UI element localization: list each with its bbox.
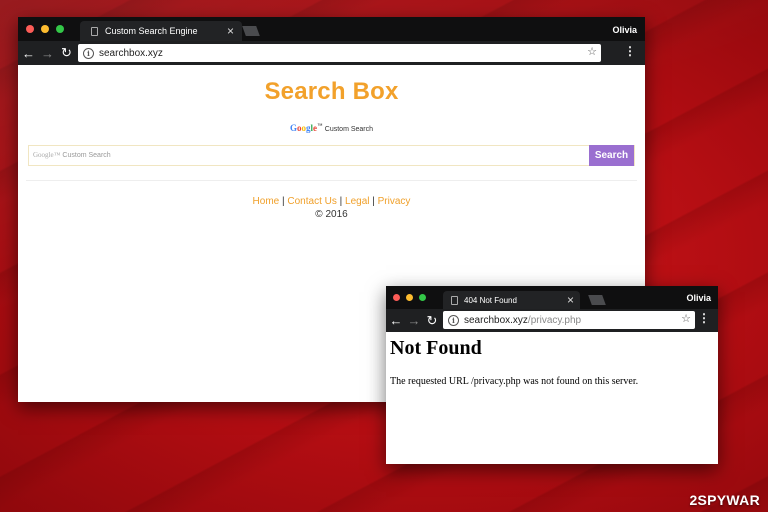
close-window-button[interactable] [26,25,34,33]
url-host: searchbox.xyz [99,47,163,59]
forward-icon[interactable]: → [39,46,56,61]
url-path: /privacy.php [527,314,582,326]
search-placeholder: Custom Search [62,152,111,159]
bookmark-star-icon[interactable]: ☆ [681,312,691,325]
page-content: Not Found The requested URL /privacy.php… [386,332,718,464]
minimize-window-button[interactable] [406,294,413,301]
back-icon[interactable]: ← [20,46,37,61]
url-text: searchbox.xyz/privacy.php [464,315,581,326]
new-tab-button[interactable] [242,26,260,36]
url-text: searchbox.xyz [99,48,163,59]
back-icon[interactable]: ← [388,313,404,328]
document-icon [451,295,458,305]
google-logo: Google [289,123,317,133]
tab-custom-search-engine[interactable]: Custom Search Engine × [80,21,242,41]
legal-link[interactable]: Legal [345,196,369,207]
search-placeholder-logo: Google™ [33,151,61,159]
not-found-heading: Not Found [390,337,482,359]
link-separator: | [369,196,378,207]
browser-menu-icon[interactable]: ⋮ [624,44,636,58]
reload-icon[interactable]: ↻ [424,313,440,329]
forward-icon[interactable]: → [406,313,422,328]
browser-menu-icon[interactable]: ⋮ [698,311,710,325]
zoom-window-button[interactable] [56,25,64,33]
profile-name[interactable]: Olivia [686,293,711,303]
new-tab-button[interactable] [588,295,606,305]
close-window-button[interactable] [393,294,400,301]
bookmark-star-icon[interactable]: ☆ [587,45,597,58]
trademark: ™ [317,123,323,130]
title-bar: Custom Search Engine × Olivia [18,17,645,41]
document-icon [91,26,98,36]
copyright: © 2016 [315,209,348,220]
search-input[interactable]: Google™ Custom Search [31,148,588,163]
reload-icon[interactable]: ↻ [58,45,75,61]
zoom-window-button[interactable] [419,294,426,301]
contact-us-link[interactable]: Contact Us [287,196,336,207]
site-title: Search Box [264,78,399,105]
privacy-link[interactable]: Privacy [378,196,411,207]
traffic-lights [393,294,432,301]
info-icon[interactable]: i [448,314,459,326]
divider [26,180,637,181]
address-bar[interactable]: i searchbox.xyz ☆ [78,44,601,62]
browser-window-not-found: 404 Not Found × Olivia ← → ↻ i searchbox… [386,286,718,464]
watermark-logo: 2SPYWAR [689,492,760,508]
title-bar: 404 Not Found × Olivia [386,286,718,309]
tab-title: 404 Not Found [464,295,517,305]
custom-search-label: Custom Search [324,126,374,133]
close-tab-icon[interactable]: × [227,24,234,38]
url-host: searchbox.xyz [464,314,528,326]
home-link[interactable]: Home [253,196,280,207]
search-button[interactable]: Search [589,145,634,166]
link-separator: | [336,196,346,207]
close-tab-icon[interactable]: × [567,293,574,307]
traffic-lights [26,25,71,33]
google-custom-search-badge: Google™ Custom Search [18,123,645,133]
minimize-window-button[interactable] [41,25,49,33]
footer-links: Home | Contact Us | Legal | Privacy [18,196,645,207]
profile-name[interactable]: Olivia [612,25,637,35]
info-icon[interactable]: i [83,47,94,59]
address-bar[interactable]: i searchbox.xyz/privacy.php ☆ [443,311,695,329]
search-form: Google™ Custom Search Search [28,145,635,166]
not-found-message: The requested URL /privacy.php was not f… [390,376,639,387]
tab-404-not-found[interactable]: 404 Not Found × [443,291,580,309]
tab-title: Custom Search Engine [105,26,198,36]
